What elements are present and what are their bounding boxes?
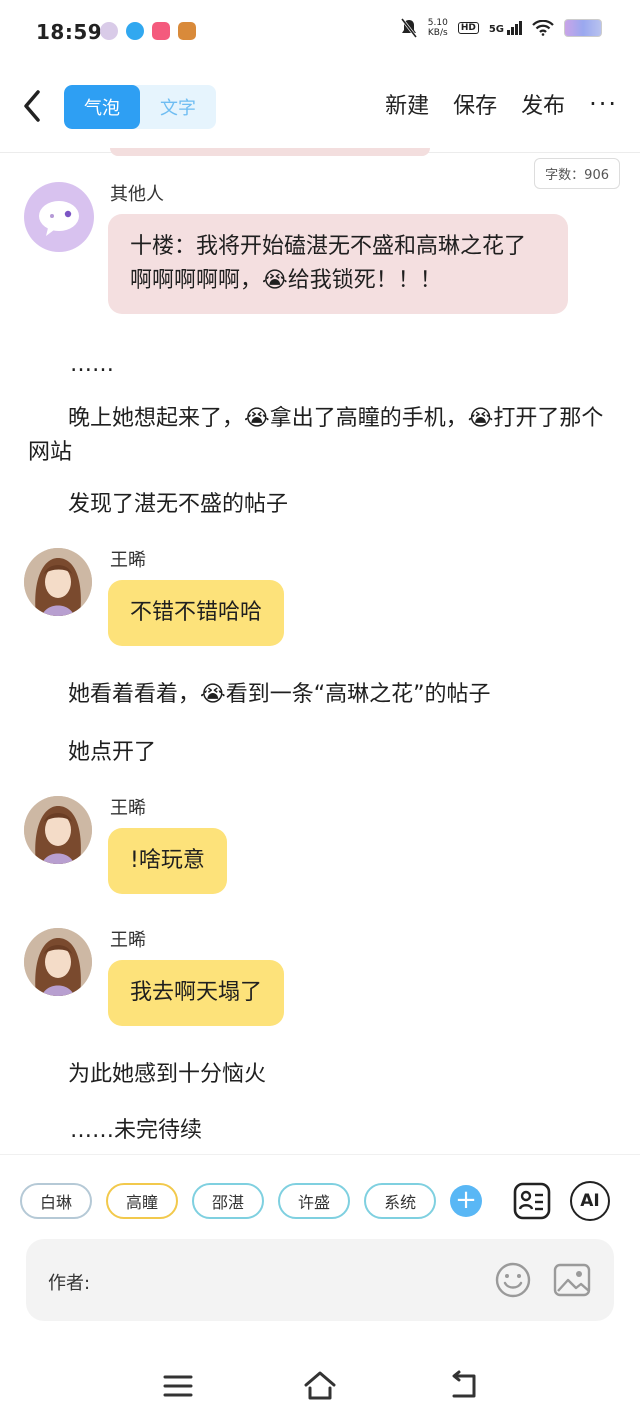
tab-bubble[interactable]: 气泡	[64, 85, 140, 129]
chat-bubble[interactable]: !啥玩意	[108, 828, 227, 894]
character-chips: 白琳 高瞳 邵湛 许盛 系统 +	[20, 1183, 483, 1219]
new-button[interactable]: 新建	[385, 88, 429, 120]
ai-icon[interactable]: AI	[570, 1181, 610, 1221]
girl-avatar-icon	[24, 548, 92, 616]
character-chip[interactable]: 白琳	[20, 1183, 93, 1219]
mode-segmented-control: 气泡 文字	[64, 85, 216, 129]
chat-bubble[interactable]: 十楼：我将开始磕湛无不盛和高琳之花了啊啊啊啊啊，😭给我锁死！！！	[108, 214, 568, 314]
app-notification-icon	[100, 22, 118, 40]
composer-panel: 白琳 高瞳 邵湛 许盛 系统 + AI 作者:	[0, 1154, 640, 1350]
editor-toolbar: 气泡 文字 新建 保存 发布 ···	[0, 76, 640, 140]
smiley-icon[interactable]	[494, 1261, 532, 1299]
avatar-wangxi[interactable]	[24, 928, 92, 996]
ghost-avatar-icon	[39, 201, 79, 236]
speaker-name: 王晞	[110, 550, 146, 571]
character-chip[interactable]: 高瞳	[106, 1183, 179, 1219]
plus-icon[interactable]: +	[450, 1185, 483, 1217]
word-count-badge: 字数：906	[534, 158, 620, 189]
narration-text[interactable]: 为此她感到十分恼火	[68, 1058, 266, 1092]
narration-text[interactable]: 晚上她想起来了，😭拿出了高瞳的手机，😭打开了那个网站	[28, 402, 608, 470]
chat-bubble[interactable]: 不错不错哈哈	[108, 580, 285, 646]
narration-text[interactable]: 她看着看着，😭看到一条“高琳之花”的帖子	[68, 678, 491, 712]
signal-icon: 5G	[489, 21, 522, 35]
mute-icon	[400, 18, 417, 38]
system-nav-bar	[0, 1350, 640, 1422]
author-input[interactable]: 作者:	[26, 1239, 614, 1321]
speaker-name: 其他人	[110, 184, 164, 205]
toolbar-actions: 新建 保存 发布 ···	[385, 88, 618, 120]
chevron-left-icon[interactable]	[18, 86, 48, 126]
status-bar: 18:59 5.10 KB/s HD 5G	[0, 0, 640, 64]
publish-button[interactable]: 发布	[521, 88, 565, 120]
home-icon[interactable]	[302, 1368, 338, 1404]
speaker-name: 王晞	[110, 798, 146, 819]
image-icon[interactable]	[552, 1261, 592, 1299]
character-chip[interactable]: 邵湛	[192, 1183, 265, 1219]
character-chip[interactable]: 许盛	[278, 1183, 351, 1219]
wifi-icon	[532, 20, 554, 36]
input-label: 作者:	[48, 1273, 91, 1294]
battery-icon	[564, 19, 602, 37]
tab-text[interactable]: 文字	[140, 85, 216, 129]
narration-text[interactable]: 她点开了	[68, 736, 156, 770]
qq-icon	[126, 22, 144, 40]
menu-icon[interactable]	[160, 1368, 196, 1404]
narration-text[interactable]: ……未完待续	[70, 1114, 202, 1148]
status-time: 18:59	[36, 20, 103, 44]
character-chip[interactable]: 系统	[364, 1183, 437, 1219]
girl-avatar-icon	[24, 928, 92, 996]
app-badge-icon	[152, 22, 170, 40]
avatar-wangxi[interactable]	[24, 548, 92, 616]
game-icon	[178, 22, 196, 40]
girl-avatar-icon	[24, 796, 92, 864]
status-indicators: 5.10 KB/s HD 5G	[400, 18, 602, 38]
avatar-wangxi[interactable]	[24, 796, 92, 864]
status-app-icons	[100, 22, 196, 40]
previous-bubble	[110, 148, 430, 156]
net-speed: 5.10 KB/s	[427, 18, 448, 38]
narration-text[interactable]: 发现了湛无不盛的帖子	[68, 488, 288, 522]
speaker-name: 王晞	[110, 930, 146, 951]
narration-text[interactable]: ……	[70, 348, 114, 382]
avatar-other[interactable]	[24, 182, 94, 252]
profile-card-icon[interactable]	[512, 1181, 552, 1221]
save-button[interactable]: 保存	[453, 88, 497, 120]
hd-badge: HD	[457, 22, 479, 34]
ai-label: AI	[580, 1191, 600, 1211]
more-options-icon[interactable]: ···	[589, 90, 618, 118]
return-icon[interactable]	[446, 1368, 482, 1404]
chat-bubble[interactable]: 我去啊天塌了	[108, 960, 285, 1026]
